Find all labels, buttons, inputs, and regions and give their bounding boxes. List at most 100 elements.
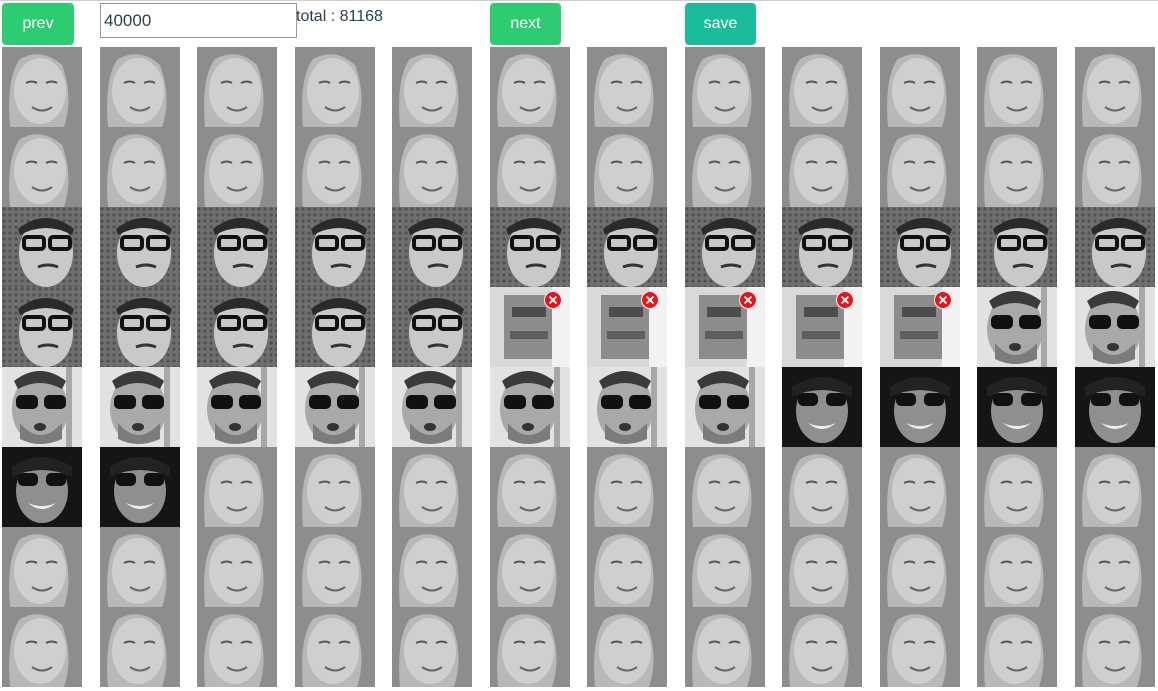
face-thumbnail[interactable] [782,527,862,607]
face-thumbnail[interactable] [977,287,1057,367]
face-thumbnail[interactable] [295,527,375,607]
face-thumbnail[interactable] [392,47,472,127]
face-thumbnail[interactable] [197,447,277,527]
face-thumbnail[interactable] [295,207,375,287]
face-thumbnail[interactable] [295,607,375,687]
face-thumbnail[interactable] [2,607,82,687]
face-thumbnail[interactable] [2,447,82,527]
face-thumbnail[interactable] [782,367,862,447]
face-thumbnail[interactable] [2,127,82,207]
face-thumbnail[interactable] [587,367,667,447]
face-thumbnail[interactable] [1075,287,1155,367]
face-thumbnail[interactable] [392,287,472,367]
face-thumbnail[interactable] [490,367,570,447]
face-thumbnail[interactable] [977,367,1057,447]
face-thumbnail[interactable] [1075,447,1155,527]
face-thumbnail[interactable] [490,47,570,127]
face-thumbnail[interactable] [880,47,960,127]
face-thumbnail[interactable] [1075,207,1155,287]
face-thumbnail[interactable] [977,47,1057,127]
face-thumbnail[interactable] [587,607,667,687]
face-thumbnail[interactable] [1075,607,1155,687]
face-thumbnail[interactable] [490,287,570,367]
face-thumbnail[interactable] [295,367,375,447]
face-thumbnail[interactable] [100,47,180,127]
face-thumbnail[interactable] [587,207,667,287]
face-thumbnail[interactable] [100,527,180,607]
face-thumbnail[interactable] [100,447,180,527]
face-thumbnail[interactable] [197,127,277,207]
face-thumbnail[interactable] [782,447,862,527]
face-thumbnail[interactable] [2,367,82,447]
face-thumbnail[interactable] [977,447,1057,527]
face-thumbnail[interactable] [197,607,277,687]
face-thumbnail[interactable] [490,607,570,687]
face-thumbnail[interactable] [100,607,180,687]
face-thumbnail[interactable] [1075,47,1155,127]
face-thumbnail[interactable] [392,127,472,207]
face-thumbnail[interactable] [685,127,765,207]
face-thumbnail[interactable] [685,447,765,527]
face-thumbnail[interactable] [782,287,862,367]
face-thumbnail[interactable] [880,607,960,687]
face-thumbnail[interactable] [685,607,765,687]
face-thumbnail[interactable] [880,127,960,207]
face-thumbnail[interactable] [587,527,667,607]
face-thumbnail[interactable] [880,287,960,367]
face-thumbnail[interactable] [295,447,375,527]
face-thumbnail[interactable] [1075,367,1155,447]
face-thumbnail[interactable] [1075,527,1155,607]
face-thumbnail[interactable] [197,527,277,607]
face-thumbnail[interactable] [197,287,277,367]
face-thumbnail[interactable] [685,527,765,607]
face-thumbnail[interactable] [685,207,765,287]
face-thumbnail[interactable] [685,47,765,127]
face-thumbnail[interactable] [782,127,862,207]
close-circle-icon[interactable] [934,291,952,309]
face-thumbnail[interactable] [587,47,667,127]
close-circle-icon[interactable] [544,291,562,309]
face-thumbnail[interactable] [100,287,180,367]
face-thumbnail[interactable] [880,527,960,607]
face-thumbnail[interactable] [977,607,1057,687]
face-thumbnail[interactable] [685,367,765,447]
close-circle-icon[interactable] [739,291,757,309]
face-thumbnail[interactable] [2,527,82,607]
face-thumbnail[interactable] [392,607,472,687]
face-thumbnail[interactable] [2,47,82,127]
face-thumbnail[interactable] [197,207,277,287]
face-thumbnail[interactable] [977,207,1057,287]
face-thumbnail[interactable] [587,447,667,527]
face-thumbnail[interactable] [977,527,1057,607]
face-thumbnail[interactable] [2,287,82,367]
face-thumbnail[interactable] [977,127,1057,207]
face-thumbnail[interactable] [295,127,375,207]
face-thumbnail[interactable] [490,447,570,527]
face-thumbnail[interactable] [782,47,862,127]
face-thumbnail[interactable] [295,287,375,367]
face-thumbnail[interactable] [490,207,570,287]
face-thumbnail[interactable] [392,447,472,527]
face-thumbnail[interactable] [197,367,277,447]
face-thumbnail[interactable] [880,367,960,447]
face-thumbnail[interactable] [880,447,960,527]
face-thumbnail[interactable] [490,127,570,207]
face-thumbnail[interactable] [782,607,862,687]
face-thumbnail[interactable] [2,207,82,287]
face-thumbnail[interactable] [100,207,180,287]
face-thumbnail[interactable] [587,287,667,367]
close-circle-icon[interactable] [641,291,659,309]
face-thumbnail[interactable] [100,127,180,207]
face-thumbnail[interactable] [782,207,862,287]
face-thumbnail[interactable] [490,527,570,607]
face-thumbnail[interactable] [880,207,960,287]
face-thumbnail[interactable] [100,367,180,447]
face-thumbnail[interactable] [685,287,765,367]
close-circle-icon[interactable] [836,291,854,309]
face-thumbnail[interactable] [392,527,472,607]
face-thumbnail[interactable] [392,207,472,287]
face-thumbnail[interactable] [392,367,472,447]
face-thumbnail[interactable] [587,127,667,207]
face-thumbnail[interactable] [197,47,277,127]
face-thumbnail[interactable] [295,47,375,127]
